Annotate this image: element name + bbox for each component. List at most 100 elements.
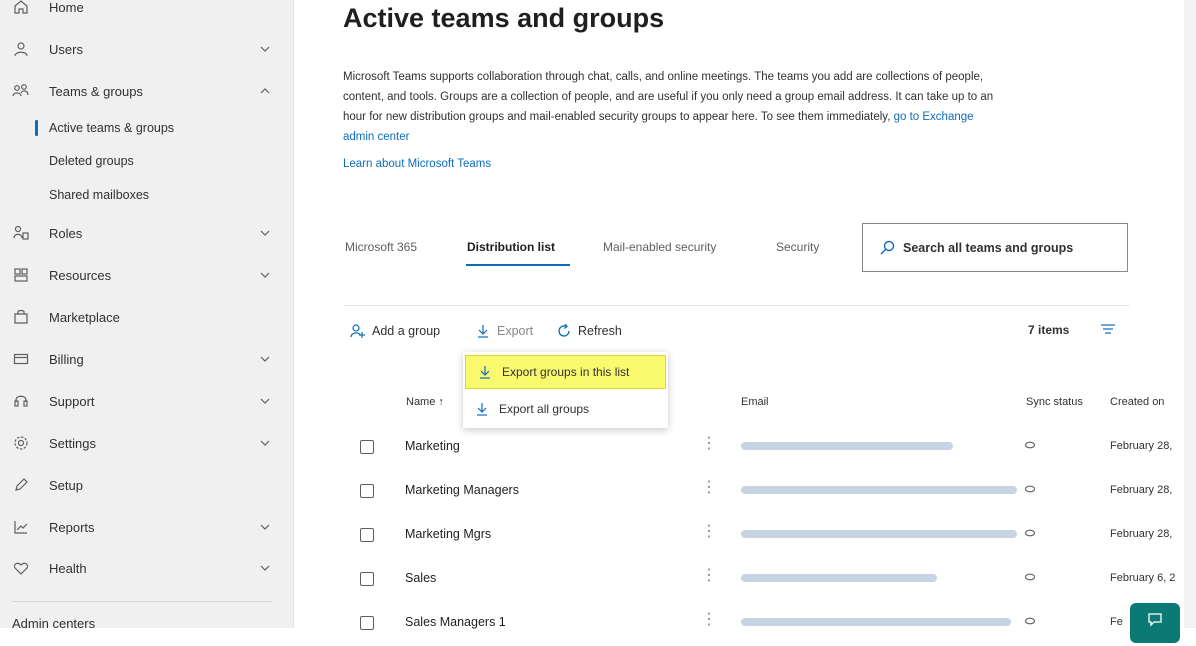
sidebar-item-label: Health [49, 560, 87, 576]
group-name[interactable]: Marketing [405, 439, 460, 453]
chart-line-icon [12, 518, 30, 536]
selected-tab-indicator [466, 264, 570, 266]
sidebar-item-users[interactable]: Users [0, 34, 293, 64]
sidebar-item-support[interactable]: Support [0, 386, 293, 416]
chevron-down-icon [260, 272, 270, 278]
sidebar-item-label: Teams & groups [49, 83, 143, 99]
billing-icon [12, 350, 30, 368]
chevron-up-icon [260, 88, 270, 94]
table-row[interactable]: Sales ⋮ February 6, 2 [343, 558, 1196, 602]
sidebar-item-label: Roles [49, 225, 83, 241]
marketplace-icon [12, 308, 30, 326]
download-icon [480, 366, 490, 379]
export-button[interactable]: Export [475, 320, 533, 342]
tab-mail-enabled-security[interactable]: Mail-enabled security [603, 240, 716, 254]
chevron-down-icon [260, 524, 270, 530]
column-header-created-on[interactable]: Created on [1110, 396, 1164, 408]
export-groups-in-list-option[interactable]: Export groups in this list [465, 355, 666, 389]
sync-status-icon [1024, 529, 1036, 537]
sidebar-item-label: Resources [49, 267, 112, 283]
chevron-down-icon [260, 356, 270, 362]
created-date: Fe [1110, 616, 1123, 628]
table-row[interactable]: Sales Managers 1 ⋮ Fe [343, 602, 1196, 646]
help-chat-button[interactable] [1130, 603, 1180, 643]
add-group-label: Add a group [372, 324, 441, 338]
export-all-groups-option[interactable]: Export all groups [463, 392, 668, 426]
row-checkbox[interactable] [360, 484, 374, 498]
pen-icon [12, 476, 30, 494]
sidebar-item-label: Setup [49, 477, 83, 493]
page-scrollbar[interactable] [1184, 0, 1196, 628]
sidebar-item-health[interactable]: Health [0, 553, 293, 583]
add-group-button[interactable]: Add a group [350, 320, 440, 342]
created-date: February 28, [1110, 440, 1173, 452]
table-row[interactable]: Marketing ⋮ February 28, [343, 426, 1196, 470]
email-blurred [741, 618, 1011, 626]
group-name[interactable]: Marketing Managers [405, 483, 519, 497]
row-checkbox[interactable] [360, 572, 374, 586]
tab-security[interactable]: Security [776, 240, 819, 254]
sidebar-item-teams-groups[interactable]: Teams & groups [0, 76, 293, 106]
sidebar-subitem-shared-mailboxes[interactable]: Shared mailboxes [0, 182, 293, 208]
download-icon [477, 403, 487, 416]
page-title: Active teams and groups [343, 3, 665, 33]
column-header-email[interactable]: Email [741, 396, 769, 408]
sidebar-divider [12, 601, 272, 602]
sidebar-subitem-label: Shared mailboxes [49, 188, 150, 202]
roles-icon [12, 224, 30, 242]
sync-status-icon [1024, 617, 1036, 625]
chat-icon [1148, 613, 1162, 627]
more-actions-icon[interactable]: ⋮ [701, 568, 717, 584]
group-name[interactable]: Marketing Mgrs [405, 527, 491, 541]
sidebar-item-label: Settings [49, 435, 96, 451]
user-icon [12, 40, 30, 58]
export-label: Export [497, 324, 534, 338]
home-icon [12, 0, 30, 16]
sidebar-item-roles[interactable]: Roles [0, 218, 293, 248]
table-row[interactable]: Marketing Mgrs ⋮ February 28, [343, 514, 1196, 558]
chevron-down-icon [260, 230, 270, 236]
sidebar-subitem-active-teams-groups[interactable]: Active teams & groups [0, 115, 293, 141]
table-row[interactable]: Marketing Managers ⋮ February 28, [343, 470, 1196, 514]
created-date: February 6, 2 [1110, 572, 1176, 584]
refresh-label: Refresh [578, 324, 622, 338]
more-actions-icon[interactable]: ⋮ [701, 480, 717, 496]
created-date: February 28, [1110, 484, 1173, 496]
sidebar-item-label: Billing [49, 351, 84, 367]
sidebar-item-resources[interactable]: Resources [0, 260, 293, 290]
sidebar-item-reports[interactable]: Reports [0, 512, 293, 542]
tab-distribution-list[interactable]: Distribution list [467, 240, 555, 254]
sidebar-subitem-deleted-groups[interactable]: Deleted groups [0, 148, 293, 174]
sidebar-item-settings[interactable]: Settings [0, 428, 293, 458]
refresh-button[interactable]: Refresh [556, 320, 622, 342]
support-icon [12, 392, 30, 410]
column-header-sync-status[interactable]: Sync status [1026, 396, 1083, 408]
sidebar-item-marketplace[interactable]: Marketplace [0, 302, 293, 332]
learn-teams-link[interactable]: Learn about Microsoft Teams [343, 158, 491, 170]
group-name[interactable]: Sales Managers 1 [405, 615, 506, 629]
tab-microsoft-365[interactable]: Microsoft 365 [345, 240, 417, 254]
chevron-down-icon [260, 398, 270, 404]
search-input[interactable]: Search all teams and groups [862, 223, 1128, 272]
more-actions-icon[interactable]: ⋮ [701, 612, 717, 628]
add-person-icon [350, 323, 366, 339]
resources-icon [12, 266, 30, 284]
menu-item-label: Export groups in this list [502, 365, 630, 379]
more-actions-icon[interactable]: ⋮ [701, 436, 717, 452]
column-header-name[interactable]: Name ↑ [406, 396, 444, 408]
export-dropdown-menu: Export groups in this list Export all gr… [463, 352, 668, 428]
sync-status-icon [1024, 573, 1036, 581]
sync-status-icon [1024, 441, 1036, 449]
chevron-down-icon [260, 46, 270, 52]
sidebar-item-setup[interactable]: Setup [0, 470, 293, 500]
download-icon [475, 323, 491, 339]
filter-icon[interactable] [1100, 322, 1116, 336]
sidebar-item-billing[interactable]: Billing [0, 344, 293, 374]
email-blurred [741, 442, 953, 450]
group-name[interactable]: Sales [405, 571, 436, 585]
email-blurred [741, 530, 1017, 538]
sidebar-item-home[interactable]: Home [0, 0, 293, 22]
row-checkbox[interactable] [360, 440, 374, 454]
more-actions-icon[interactable]: ⋮ [701, 524, 717, 540]
row-checkbox[interactable] [360, 528, 374, 542]
